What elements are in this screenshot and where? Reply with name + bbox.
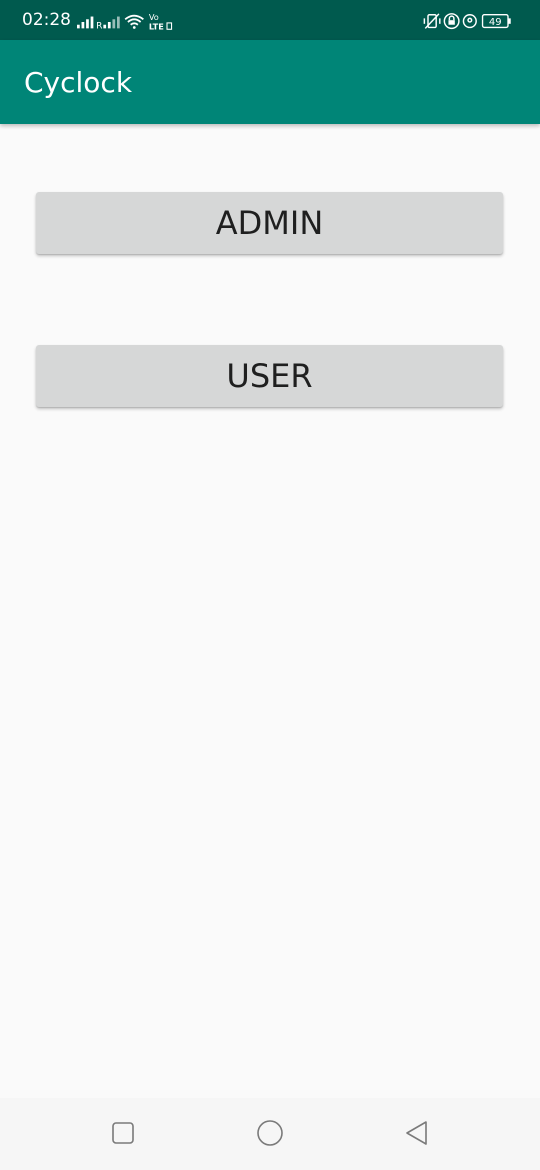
volte-icon: Vo LTE bbox=[149, 12, 173, 31]
status-left-icons: R Vo LTE bbox=[77, 12, 173, 31]
svg-text:LTE: LTE bbox=[149, 21, 164, 31]
admin-button[interactable]: ADMIN bbox=[36, 192, 503, 254]
battery-icon: 49 bbox=[481, 14, 511, 28]
navigation-bar bbox=[0, 1098, 540, 1170]
svg-text:R: R bbox=[96, 21, 103, 31]
vibrate-icon bbox=[423, 13, 441, 29]
wifi-icon bbox=[124, 14, 144, 29]
signal-bars-icon: R bbox=[77, 16, 120, 31]
location-icon bbox=[462, 14, 477, 29]
recent-apps-icon[interactable] bbox=[108, 1118, 138, 1148]
status-right-icons: 49 bbox=[423, 13, 511, 30]
status-time: 02:28 bbox=[22, 10, 71, 30]
user-button[interactable]: USER bbox=[36, 345, 503, 407]
app-bar: Cyclock bbox=[0, 40, 540, 124]
back-icon[interactable] bbox=[402, 1118, 432, 1148]
status-bar: 02:28 R Vo LTE 49 bbox=[0, 0, 540, 40]
home-icon[interactable] bbox=[255, 1118, 285, 1148]
app-title: Cyclock bbox=[24, 66, 133, 99]
battery-level: 49 bbox=[489, 17, 502, 28]
lock-icon bbox=[443, 13, 460, 30]
screen: 02:28 R Vo LTE 49 Cyclock ADMIN USER bbox=[0, 0, 540, 1170]
